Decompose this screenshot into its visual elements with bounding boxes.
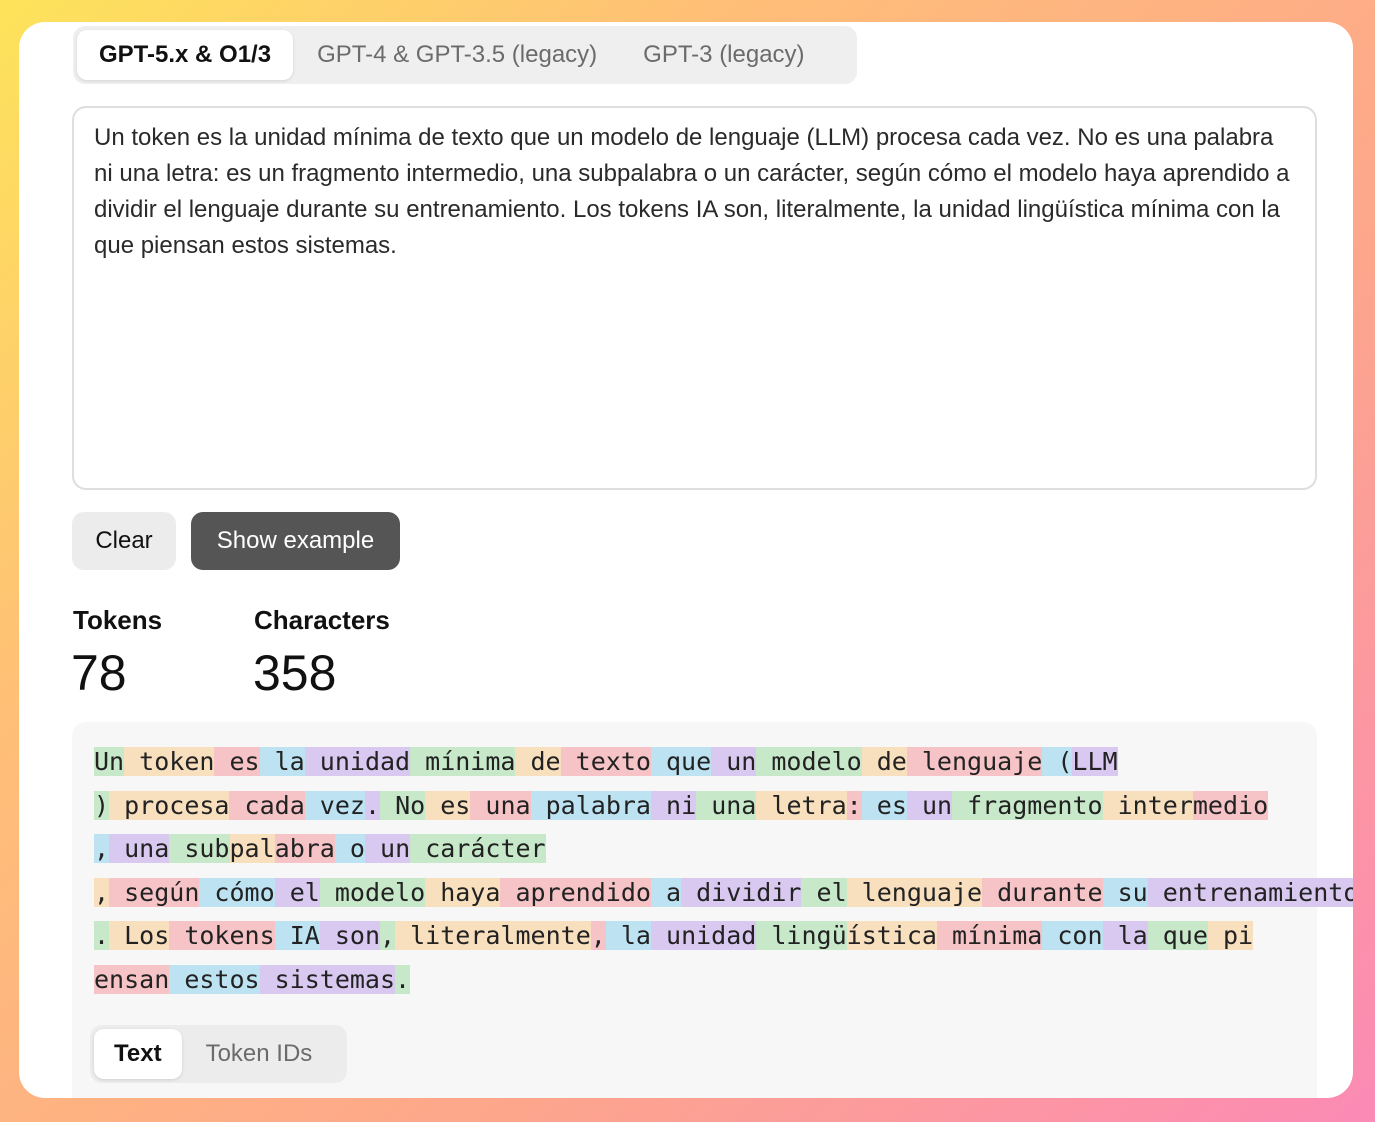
token-chip: sistemas xyxy=(259,964,396,994)
characters-label: Characters xyxy=(254,605,390,635)
tab-gpt4-gpt35[interactable]: GPT-4 & GPT-3.5 (legacy) xyxy=(295,30,619,80)
token-chip: fragmento xyxy=(952,790,1103,820)
token-chip: la xyxy=(259,747,305,776)
token-chip: tokens xyxy=(169,921,275,950)
token-chip: , xyxy=(94,877,110,907)
token-chip: su xyxy=(1102,877,1148,907)
token-chip: estos xyxy=(169,964,260,994)
text-input[interactable]: Un token es la unidad mínima de texto qu… xyxy=(72,106,1317,490)
token-chip: dividir xyxy=(681,877,802,907)
token-chip: literalmente xyxy=(395,921,591,950)
token-chip: que xyxy=(650,747,712,776)
token-chip: un xyxy=(364,834,411,863)
token-chip: cada xyxy=(229,790,305,820)
token-chip: texto xyxy=(560,747,651,776)
token-chip: la xyxy=(605,921,651,950)
token-chip: cómo xyxy=(199,877,275,907)
token-chip: que xyxy=(1147,921,1208,950)
token-chip: un xyxy=(711,747,757,776)
show-example-button[interactable]: Show example xyxy=(191,512,400,570)
token-chip: ística xyxy=(846,921,937,950)
token-chip: . xyxy=(364,790,381,820)
tab-gpt3[interactable]: GPT-3 (legacy) xyxy=(621,30,826,80)
token-chip: a xyxy=(650,877,682,907)
tab-text[interactable]: Text xyxy=(94,1029,182,1079)
token-chip: : xyxy=(846,790,862,820)
token-chip: o xyxy=(334,834,365,863)
token-chip: entrenamiento xyxy=(1147,877,1353,907)
token-chip: Los xyxy=(109,921,170,950)
token-chip: letra xyxy=(756,790,847,820)
token-visualization: Un​ token​ es​ la​ unidad​ mínima​ de​ t… xyxy=(94,740,1353,1001)
tokens-count: 78 xyxy=(71,645,127,701)
token-chip: el xyxy=(274,877,320,907)
tab-token-ids[interactable]: Token IDs xyxy=(186,1029,333,1079)
token-chip: ( xyxy=(1042,747,1073,776)
token-chip: pi xyxy=(1207,921,1254,950)
token-chip: una xyxy=(696,790,757,820)
tokens-label: Tokens xyxy=(73,605,163,635)
token-chip: lenguaje xyxy=(846,877,983,907)
characters-count: 358 xyxy=(253,645,337,701)
token-chip: . xyxy=(395,964,411,994)
token-chip: , xyxy=(590,921,606,950)
token-chip: IA xyxy=(274,921,320,950)
tokenizer-card: GPT-5.x & O1/3 GPT-4 & GPT-3.5 (legacy) … xyxy=(19,22,1353,1098)
token-chip: ) xyxy=(94,790,110,820)
token-chip: vez xyxy=(304,790,365,820)
token-chip: modelo xyxy=(756,747,862,776)
token-chip: LLM xyxy=(1072,747,1118,776)
clear-button[interactable]: Clear xyxy=(72,512,176,570)
token-chip: de xyxy=(515,747,561,776)
token-chip: pal xyxy=(229,834,275,863)
token-chip: modelo xyxy=(319,877,426,907)
token-chip: palabra xyxy=(530,790,651,820)
token-chip: token xyxy=(124,747,215,776)
token-chip: haya xyxy=(425,877,501,907)
token-chip: con xyxy=(1042,921,1103,950)
token-chip: son xyxy=(319,921,381,950)
token-chip: lenguaje xyxy=(906,747,1043,776)
token-chip: , xyxy=(380,921,396,950)
token-chip: una xyxy=(109,834,170,863)
token-chip: medio xyxy=(1192,790,1269,820)
token-chip: . xyxy=(94,921,110,950)
token-chip: mínima xyxy=(410,747,516,776)
token-chip: Un xyxy=(94,747,125,776)
token-chip: inter xyxy=(1102,790,1193,820)
token-chip: aprendido xyxy=(500,877,651,907)
token-chip: No xyxy=(380,790,426,820)
token-chip: el xyxy=(801,877,847,907)
view-tab-bar: Text Token IDs xyxy=(90,1025,347,1083)
tab-gpt5[interactable]: GPT-5.x & O1/3 xyxy=(77,30,294,80)
token-chip: ensan xyxy=(94,964,170,994)
token-chip: unidad xyxy=(650,921,757,950)
token-chip: procesa xyxy=(109,790,230,820)
token-chip: abra xyxy=(274,834,335,863)
token-chip: de xyxy=(861,747,907,776)
token-output-panel: Un​ token​ es​ la​ unidad​ mínima​ de​ t… xyxy=(72,722,1353,1098)
token-chip: durante xyxy=(982,877,1103,907)
token-chip: , xyxy=(94,834,110,863)
token-chip: es xyxy=(425,790,471,820)
token-chip: lingü xyxy=(756,921,847,950)
token-chip: según xyxy=(109,877,200,907)
token-chip: carácter xyxy=(410,834,546,863)
token-chip: sub xyxy=(169,834,230,863)
token-chip: una xyxy=(470,790,531,820)
token-chip: la xyxy=(1102,921,1148,950)
token-chip: es xyxy=(861,790,907,820)
token-chip: mínima xyxy=(936,921,1043,950)
token-chip: ni xyxy=(650,790,697,820)
token-chip: unidad xyxy=(304,747,411,776)
token-chip: un xyxy=(906,790,953,820)
model-tab-bar: GPT-5.x & O1/3 GPT-4 & GPT-3.5 (legacy) … xyxy=(73,26,857,84)
token-chip: es xyxy=(214,747,260,776)
